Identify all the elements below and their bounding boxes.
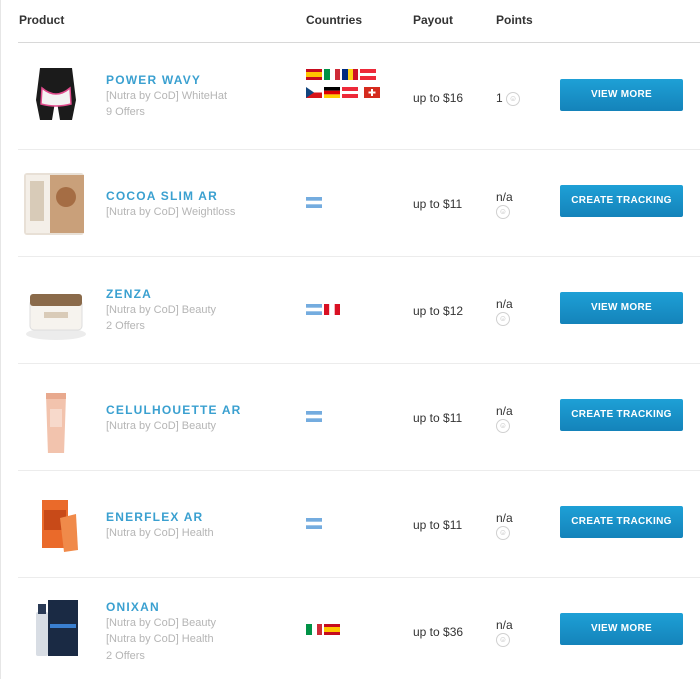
product-category: [Nutra by CoD] Health [106,633,214,645]
product-name[interactable]: COCOA SLIM AR [106,189,218,203]
product-category: [Nutra by CoD] Beauty [106,420,217,432]
table-header: Product Countries Payout Points [0,0,700,44]
flag-it-icon [324,69,340,80]
table-row: ZENZA [Nutra by CoD] Beauty 2 Offers up … [0,257,700,364]
product-image[interactable] [20,488,92,560]
header-product: Product [19,13,65,27]
points-info-icon[interactable]: ☺ [496,418,510,433]
product-name[interactable]: POWER WAVY [106,73,201,87]
flag-cz-icon [306,87,322,98]
product-offers: 2 Offers [106,320,145,332]
flag-ch-icon [364,87,381,98]
payout-value: up to $16 [413,91,464,105]
view-more-button[interactable]: VIEW MORE [560,613,683,645]
points-info-icon[interactable]: ☺ [506,91,521,106]
points-info-icon[interactable]: ☺ [496,525,510,540]
points-value: n/a ☺ [496,190,513,219]
points-value: n/a ☺ [496,511,513,540]
points-info-icon[interactable]: ☺ [496,311,510,326]
product-name[interactable]: ONIXAN [106,600,160,614]
country-flags [306,69,386,105]
product-image[interactable] [20,60,92,132]
points-value: 1 ☺ [496,91,521,106]
flag-at-icon [360,69,376,80]
product-image[interactable] [20,274,92,346]
view-more-button[interactable]: VIEW MORE [560,79,683,111]
points-value: n/a ☺ [496,404,513,433]
product-category: [Nutra by CoD] WhiteHat [106,90,228,102]
table-row: COCOA SLIM AR [Nutra by CoD] Weightloss … [0,150,700,257]
product-category: [Nutra by CoD] Weightloss [106,206,236,218]
points-info-icon[interactable]: ☺ [496,204,510,219]
table-row: ENERFLEX AR [Nutra by CoD] Health up to … [0,471,700,578]
country-flags [306,411,386,429]
flag-ar-icon [306,411,322,422]
points-info-icon[interactable]: ☺ [496,632,510,647]
flag-es-icon [324,624,340,635]
payout-value: up to $11 [413,518,463,532]
product-image[interactable] [20,381,92,455]
country-flags [306,304,386,322]
country-flags [306,197,386,215]
payout-value: up to $11 [413,197,463,211]
create-tracking-url-button[interactable]: CREATE TRACKING URL [560,399,683,452]
flag-es-icon [306,69,322,80]
country-flags [306,518,386,536]
product-name[interactable]: CELULHOUETTE AR [106,403,242,417]
header-payout: Payout [413,13,454,27]
product-name[interactable]: ENERFLEX AR [106,510,203,524]
product-offers: 2 Offers [106,650,145,662]
flag-de-icon [324,87,340,98]
country-flags [306,624,386,642]
flag-at-icon [342,87,358,98]
flag-ro-icon [342,69,358,80]
points-value: n/a ☺ [496,297,513,326]
create-tracking-url-button[interactable]: CREATE TRACKING URL [560,506,683,559]
payout-value: up to $12 [413,304,464,318]
product-image[interactable] [20,167,92,239]
header-countries: Countries [306,13,363,27]
header-points: Points [496,13,533,27]
table-row: CELULHOUETTE AR [Nutra by CoD] Beauty up… [0,364,700,471]
payout-value: up to $11 [413,411,463,425]
view-more-button[interactable]: VIEW MORE [560,292,683,324]
product-category: [Nutra by CoD] Beauty [106,617,217,629]
create-tracking-url-button[interactable]: CREATE TRACKING URL [560,185,683,238]
product-offers: 9 Offers [106,106,145,118]
product-name[interactable]: ZENZA [106,287,152,301]
flag-it-icon [306,624,322,635]
product-category: [Nutra by CoD] Beauty [106,304,217,316]
payout-value: up to $36 [413,625,464,639]
product-category: [Nutra by CoD] Health [106,527,214,539]
product-image[interactable] [20,594,92,666]
flag-ar-icon [306,197,322,208]
points-value: n/a ☺ [496,618,513,647]
table-row: ONIXAN [Nutra by CoD] Beauty [Nutra by C… [0,578,700,685]
flag-pe-icon [324,304,340,315]
flag-ar-icon [306,304,322,315]
flag-ar-icon [306,518,322,529]
table-row: POWER WAVY [Nutra by CoD] WhiteHat 9 Off… [0,43,700,150]
